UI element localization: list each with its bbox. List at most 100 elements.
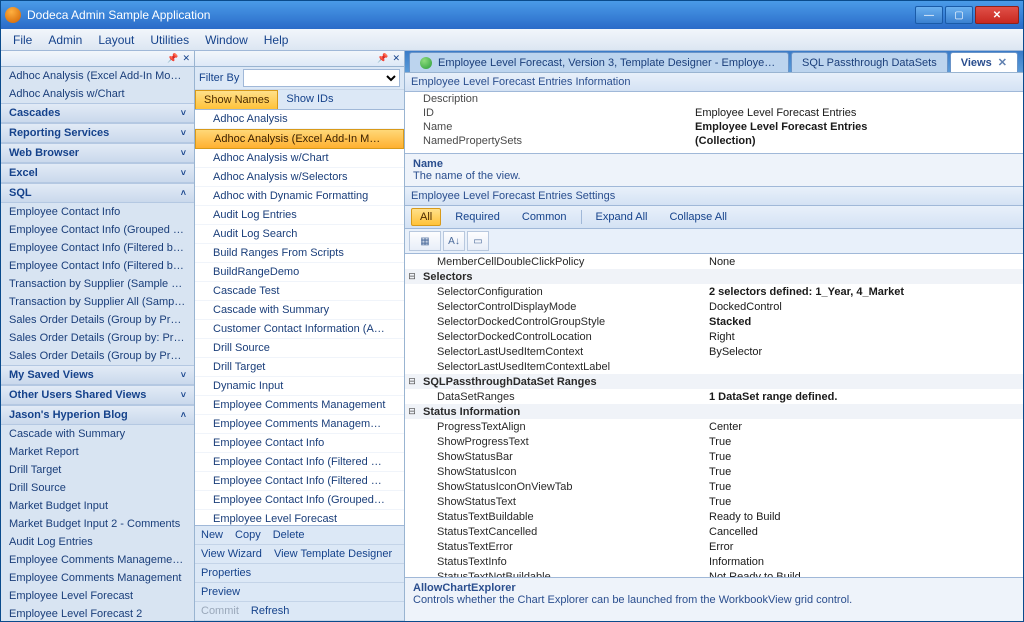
- mid-item[interactable]: Cascade Test: [195, 282, 404, 301]
- left-item[interactable]: Drill Source: [1, 479, 194, 497]
- expand-icon[interactable]: ⊟: [405, 376, 419, 387]
- prop-row[interactable]: StatusTextInfoInformation: [405, 554, 1023, 569]
- prop-value[interactable]: Error: [709, 541, 1023, 553]
- prop-category[interactable]: ⊟Selectors: [405, 269, 1023, 284]
- menu-help[interactable]: Help: [256, 31, 297, 49]
- left-category[interactable]: My Saved Views˅: [1, 365, 194, 385]
- settings-tab-all[interactable]: All: [411, 208, 441, 226]
- mid-item[interactable]: Audit Log Search: [195, 225, 404, 244]
- close-icon[interactable]: ✕: [998, 56, 1007, 69]
- prop-row[interactable]: MemberCellDoubleClickPolicyNone: [405, 254, 1023, 269]
- prop-value[interactable]: 2 selectors defined: 1_Year, 4_Market: [709, 286, 1023, 298]
- left-category[interactable]: Jason's Hyperion Blog˄: [1, 405, 194, 425]
- mid-item[interactable]: Audit Log Entries: [195, 206, 404, 225]
- left-category[interactable]: Web Browser˅: [1, 143, 194, 163]
- prop-value[interactable]: None: [709, 256, 1023, 268]
- mid-item[interactable]: Drill Target: [195, 358, 404, 377]
- mid-item[interactable]: Build Ranges From Scripts: [195, 244, 404, 263]
- mid-item[interactable]: Employee Contact Info (Filtered by: Las.…: [195, 453, 404, 472]
- left-item[interactable]: Employee Contact Info (Grouped by: J...: [1, 221, 194, 239]
- prop-row[interactable]: SelectorDockedControlLocationRight: [405, 329, 1023, 344]
- mid-item[interactable]: Adhoc Analysis w/Chart: [195, 149, 404, 168]
- prop-category[interactable]: ⊟Status Information: [405, 404, 1023, 419]
- left-panel-list[interactable]: Adhoc Analysis (Excel Add-In Mode)Adhoc …: [1, 67, 194, 621]
- info-row[interactable]: Description: [405, 92, 1023, 106]
- mid-item[interactable]: Adhoc with Dynamic Formatting: [195, 187, 404, 206]
- left-item[interactable]: Audit Log Entries: [1, 533, 194, 551]
- filter-select[interactable]: [243, 69, 400, 87]
- prop-row[interactable]: SelectorControlDisplayModeDockedControl: [405, 299, 1023, 314]
- settings-action-expand-all[interactable]: Expand All: [588, 209, 656, 225]
- mid-item[interactable]: Cascade with Summary: [195, 301, 404, 320]
- mid-item[interactable]: Dynamic Input: [195, 377, 404, 396]
- mid-item[interactable]: Employee Contact Info: [195, 434, 404, 453]
- action-delete[interactable]: Delete: [273, 529, 305, 541]
- left-item[interactable]: Adhoc Analysis w/Chart: [1, 85, 194, 103]
- expand-icon[interactable]: ⊟: [405, 406, 419, 417]
- left-item[interactable]: Employee Contact Info (Filtered by: La..…: [1, 239, 194, 257]
- menu-file[interactable]: File: [5, 31, 40, 49]
- close-button[interactable]: ✕: [975, 6, 1019, 24]
- prop-row[interactable]: ShowStatusTextTrue: [405, 494, 1023, 509]
- mid-item[interactable]: Customer Contact Information (Advent...: [195, 320, 404, 339]
- prop-row[interactable]: StatusTextNotBuildableNot Ready to Build: [405, 569, 1023, 577]
- prop-value[interactable]: True: [709, 436, 1023, 448]
- mid-item[interactable]: Employee Contact Info (Grouped by: Jo...: [195, 491, 404, 510]
- mid-item[interactable]: Employee Comments Management: [195, 396, 404, 415]
- left-item[interactable]: Transaction by Supplier (Sample Basic): [1, 275, 194, 293]
- prop-row[interactable]: SelectorLastUsedItemContextLabel: [405, 359, 1023, 374]
- info-row[interactable]: NamedPropertySets(Collection): [405, 134, 1023, 148]
- prop-value[interactable]: Stacked: [709, 316, 1023, 328]
- prop-row[interactable]: SelectorConfiguration2 selectors defined…: [405, 284, 1023, 299]
- prop-pages-button[interactable]: ▭: [467, 231, 489, 251]
- left-category[interactable]: SQL˄: [1, 183, 194, 203]
- doc-tab[interactable]: SQL Passthrough DataSets: [791, 52, 948, 72]
- action-preview[interactable]: Preview: [201, 586, 240, 598]
- action-new[interactable]: New: [201, 529, 223, 541]
- prop-row[interactable]: ShowStatusIconTrue: [405, 464, 1023, 479]
- left-item[interactable]: Drill Target: [1, 461, 194, 479]
- left-item[interactable]: Market Budget Input: [1, 497, 194, 515]
- left-item[interactable]: Transaction by Supplier All (Sample B...: [1, 293, 194, 311]
- prop-value[interactable]: Center: [709, 421, 1023, 433]
- expand-icon[interactable]: ⊟: [405, 271, 419, 282]
- left-item[interactable]: Sales Order Details (Group by Produc...: [1, 347, 194, 365]
- action-refresh[interactable]: Refresh: [251, 605, 290, 617]
- left-category[interactable]: Other Users Shared Views˅: [1, 385, 194, 405]
- menu-layout[interactable]: Layout: [90, 31, 142, 49]
- mid-item[interactable]: Adhoc Analysis: [195, 110, 404, 129]
- doc-tab[interactable]: Views✕: [950, 52, 1018, 72]
- mid-item[interactable]: Employee Comments Management (Es...: [195, 415, 404, 434]
- prop-value[interactable]: True: [709, 481, 1023, 493]
- menu-admin[interactable]: Admin: [40, 31, 90, 49]
- prop-row[interactable]: StatusTextCancelledCancelled: [405, 524, 1023, 539]
- left-item[interactable]: Cascade with Summary: [1, 425, 194, 443]
- titlebar[interactable]: Dodeca Admin Sample Application — ▢ ✕: [1, 1, 1023, 29]
- settings-tab-required[interactable]: Required: [447, 209, 508, 225]
- prop-value[interactable]: True: [709, 466, 1023, 478]
- left-item[interactable]: Market Budget Input 2 - Comments: [1, 515, 194, 533]
- left-category[interactable]: Excel˅: [1, 163, 194, 183]
- mid-tab[interactable]: Show IDs: [278, 90, 341, 109]
- left-category[interactable]: Reporting Services˅: [1, 123, 194, 143]
- mid-list[interactable]: Adhoc AnalysisAdhoc Analysis (Excel Add-…: [195, 110, 404, 525]
- left-item[interactable]: Employee Contact Info (Filtered by: La..…: [1, 257, 194, 275]
- mid-item[interactable]: Employee Contact Info (Filtered by: Las.…: [195, 472, 404, 491]
- prop-value[interactable]: True: [709, 496, 1023, 508]
- mid-item[interactable]: BuildRangeDemo: [195, 263, 404, 282]
- prop-value[interactable]: 1 DataSet range defined.: [709, 391, 1023, 403]
- prop-row[interactable]: SelectorDockedControlGroupStyleStacked: [405, 314, 1023, 329]
- mid-item[interactable]: Adhoc Analysis (Excel Add-In Mode): [195, 129, 404, 149]
- prop-value[interactable]: DockedControl: [709, 301, 1023, 313]
- mid-item[interactable]: Employee Level Forecast: [195, 510, 404, 525]
- prop-row[interactable]: DataSetRanges1 DataSet range defined.: [405, 389, 1023, 404]
- left-category[interactable]: Cascades˅: [1, 103, 194, 123]
- mid-item[interactable]: Adhoc Analysis w/Selectors: [195, 168, 404, 187]
- action-view-wizard[interactable]: View Wizard: [201, 548, 262, 560]
- pin-icon[interactable]: 📌: [167, 53, 178, 64]
- left-item[interactable]: Employee Contact Info: [1, 203, 194, 221]
- left-item[interactable]: Sales Order Details (Group by: Produ...: [1, 329, 194, 347]
- left-item[interactable]: Employee Comments Management: [1, 569, 194, 587]
- close-icon[interactable]: ✕: [182, 53, 190, 64]
- minimize-button[interactable]: —: [915, 6, 943, 24]
